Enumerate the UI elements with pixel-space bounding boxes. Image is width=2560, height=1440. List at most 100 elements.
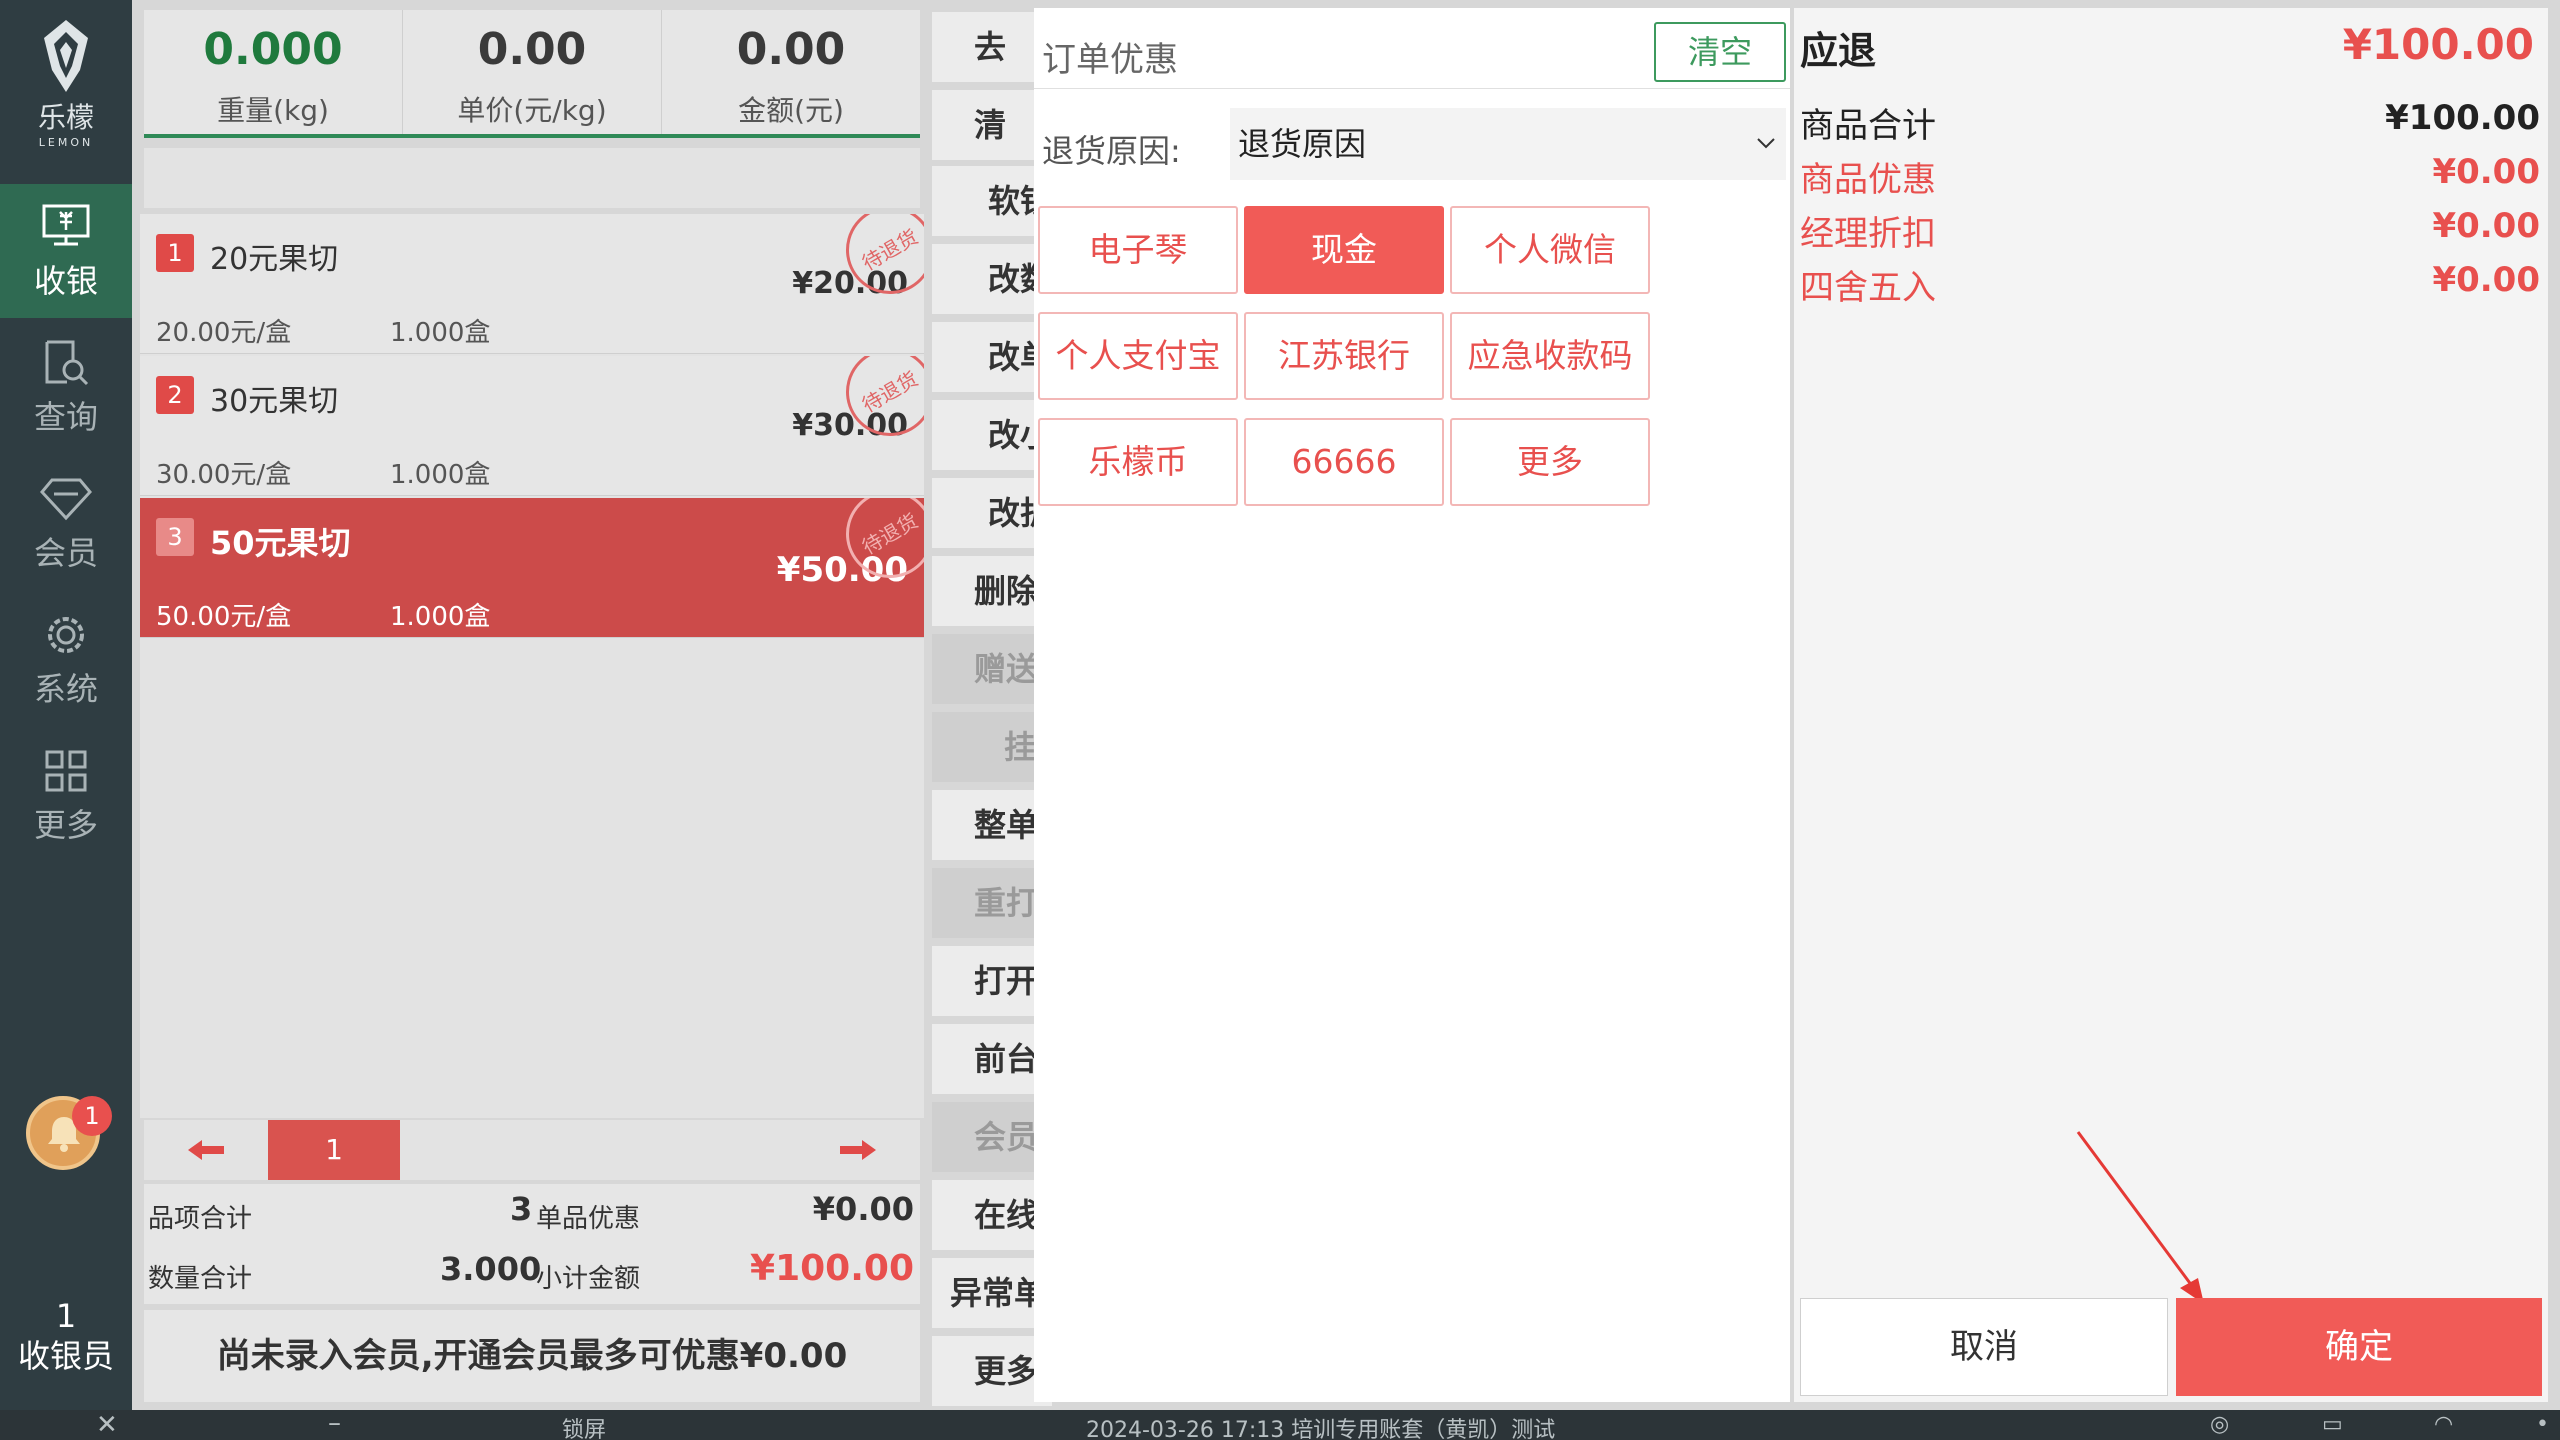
row-unit-price: 30.00元/盒 xyxy=(156,460,292,490)
row-name: 20元果切 xyxy=(210,242,339,277)
logo-text: 乐檬 xyxy=(37,101,94,134)
sidebar-item-label: 收银 xyxy=(33,262,98,300)
amount-value: 0.00 xyxy=(736,24,846,75)
summary-line-label: 四舍五入 xyxy=(1800,268,1936,308)
summary-line-label: 商品合计 xyxy=(1800,106,1936,146)
refund-summary-panel: 应退 ¥100.00 商品合计 ¥100.00 商品优惠 ¥0.00 经理折扣 … xyxy=(1794,8,2548,1402)
row-index: 2 xyxy=(156,376,194,414)
next-page-button[interactable] xyxy=(796,1120,920,1180)
return-payment-dialog: 订单优惠 清空 退货原因: 退货原因 电子琴 现金 个人微信 个人支付宝 江苏银… xyxy=(1034,8,1790,1402)
pointer-arrow-icon xyxy=(2076,1131,2204,1304)
row-unit-price: 50.00元/盒 xyxy=(156,602,292,632)
cart-row[interactable]: 2 30元果切 ¥30.00 30.00元/盒 1.000盒 待退货 xyxy=(140,356,924,496)
cashier-label: 收银员 xyxy=(17,1337,114,1375)
cashier-id: 1 xyxy=(55,1297,77,1335)
unit-price-value: 0.00 xyxy=(477,24,587,75)
pay-method-button[interactable]: 电子琴 xyxy=(1038,206,1238,294)
clear-button[interactable]: 清空 xyxy=(1654,22,1786,82)
summary-line-value: ¥0.00 xyxy=(2432,260,2540,300)
row-qty: 1.000盒 xyxy=(390,318,491,348)
summary-line-label: 商品优惠 xyxy=(1800,160,1936,200)
diamond-icon xyxy=(40,478,92,521)
arrow-left-icon xyxy=(188,1140,224,1160)
items-total-value: 3 xyxy=(510,1190,533,1228)
refund-title: 应退 xyxy=(1800,29,1877,73)
status-info: 2024-03-26 17:13 培训专用账套（黄凯）测试 xyxy=(1086,1418,1556,1440)
sidebar-item-label: 会员 xyxy=(33,534,98,572)
cancel-button[interactable]: 取消 xyxy=(1800,1298,2168,1396)
divider xyxy=(1034,88,1790,89)
unit-price-label: 单价(元/kg) xyxy=(457,94,607,127)
logo-subtext: LEMON xyxy=(38,136,94,149)
arrow-right-icon xyxy=(840,1140,876,1160)
sidebar-item-query[interactable]: 查询 xyxy=(0,320,132,454)
minimize-icon[interactable]: – xyxy=(328,1408,341,1438)
cart-row[interactable]: 1 20元果切 ¥20.00 20.00元/盒 1.000盒 待退货 xyxy=(140,214,924,354)
qty-total-label: 数量合计 xyxy=(148,1264,253,1294)
sidebar: 乐檬 LEMON 收银 查询 会员 系统 更多 1 1 收银员 xyxy=(0,0,132,1410)
unit-price-cell: 0.00 单价(元/kg) xyxy=(403,10,662,134)
amount-label: 金额(元) xyxy=(738,94,844,127)
pay-method-button[interactable]: 个人支付宝 xyxy=(1038,312,1238,400)
qty-total-value: 3.000 xyxy=(440,1250,542,1288)
cashier-info: 1 收银员 xyxy=(0,1296,132,1376)
pay-method-button-selected[interactable]: 现金 xyxy=(1244,206,1444,294)
monitor-icon: ▭ xyxy=(2322,1412,2343,1437)
prev-page-button[interactable] xyxy=(144,1120,268,1180)
summary-line-value: ¥100.00 xyxy=(2385,98,2540,138)
lemon-logo-icon xyxy=(44,20,88,92)
subtotal-label: 小计金额 xyxy=(536,1264,641,1294)
amount-cell: 0.00 金额(元) xyxy=(662,10,920,134)
globe-icon: ◎ xyxy=(2210,1412,2230,1437)
sidebar-item-label: 系统 xyxy=(33,670,98,708)
item-discount-label: 单品优惠 xyxy=(536,1204,641,1234)
sidebar-item-cashier[interactable]: 收银 xyxy=(0,184,132,318)
sidebar-item-label: 查询 xyxy=(33,398,98,436)
confirm-button[interactable]: 确定 xyxy=(2176,1298,2542,1396)
close-icon[interactable]: ✕ xyxy=(96,1410,118,1440)
cart-list: 1 20元果切 ¥20.00 20.00元/盒 1.000盒 待退货 2 30元… xyxy=(140,214,924,1118)
cashier-icon xyxy=(42,204,90,246)
row-qty: 1.000盒 xyxy=(390,460,491,490)
row-index: 1 xyxy=(156,234,194,272)
row-unit-price: 20.00元/盒 xyxy=(156,318,292,348)
pay-method-button[interactable]: 个人微信 xyxy=(1450,206,1650,294)
app-logo: 乐檬 LEMON xyxy=(0,18,132,149)
pay-method-button[interactable]: 应急收款码 xyxy=(1450,312,1650,400)
power-icon: • xyxy=(2536,1412,2549,1437)
row-name: 50元果切 xyxy=(210,524,351,562)
item-discount-value: ¥0.00 xyxy=(812,1190,914,1228)
weight-value: 0.000 xyxy=(203,24,343,75)
row-name: 30元果切 xyxy=(210,384,339,419)
pay-method-button[interactable]: 66666 xyxy=(1244,418,1444,506)
return-reason-select[interactable]: 退货原因 xyxy=(1230,108,1786,180)
weight-cell: 0.000 重量(kg) xyxy=(144,10,403,134)
summary-line-label: 经理折扣 xyxy=(1800,214,1936,254)
current-page[interactable]: 1 xyxy=(268,1120,400,1180)
sidebar-item-member[interactable]: 会员 xyxy=(0,456,132,590)
summary-line-value: ¥0.00 xyxy=(2432,152,2540,192)
row-index: 3 xyxy=(156,518,194,556)
pay-method-button[interactable]: 江苏银行 xyxy=(1244,312,1444,400)
scan-strip xyxy=(144,148,920,208)
member-promo-banner[interactable]: 尚未录入会员,开通会员最多可优惠¥0.00 xyxy=(144,1310,920,1402)
search-doc-icon xyxy=(45,340,89,386)
chevron-down-icon xyxy=(1757,138,1775,149)
return-reason-label: 退货原因: xyxy=(1042,132,1181,170)
cart-row-selected[interactable]: 3 50元果切 ¥50.00 50.00元/盒 1.000盒 待退货 xyxy=(140,498,924,638)
refund-amount: ¥100.00 xyxy=(2342,20,2534,69)
lock-screen-button[interactable]: 锁屏 xyxy=(562,1412,606,1440)
sidebar-item-more[interactable]: 更多 xyxy=(0,728,132,862)
weight-label: 重量(kg) xyxy=(217,94,329,127)
pay-method-button[interactable]: 乐檬币 xyxy=(1038,418,1238,506)
return-reason-value: 退货原因 xyxy=(1238,125,1367,163)
sidebar-item-label: 更多 xyxy=(33,806,98,844)
sidebar-item-system[interactable]: 系统 xyxy=(0,592,132,726)
pay-method-button[interactable]: 更多 xyxy=(1450,418,1650,506)
grid-icon xyxy=(45,750,87,792)
order-promo-input[interactable]: 订单优惠 xyxy=(1042,32,1178,81)
pager: 1 xyxy=(144,1120,920,1180)
summary-line-value: ¥0.00 xyxy=(2432,206,2540,246)
status-bar: ✕ – 锁屏 2024-03-26 17:13 培训专用账套（黄凯）测试 ◎ ▭… xyxy=(0,1408,2560,1440)
notification-badge: 1 xyxy=(72,1096,112,1136)
